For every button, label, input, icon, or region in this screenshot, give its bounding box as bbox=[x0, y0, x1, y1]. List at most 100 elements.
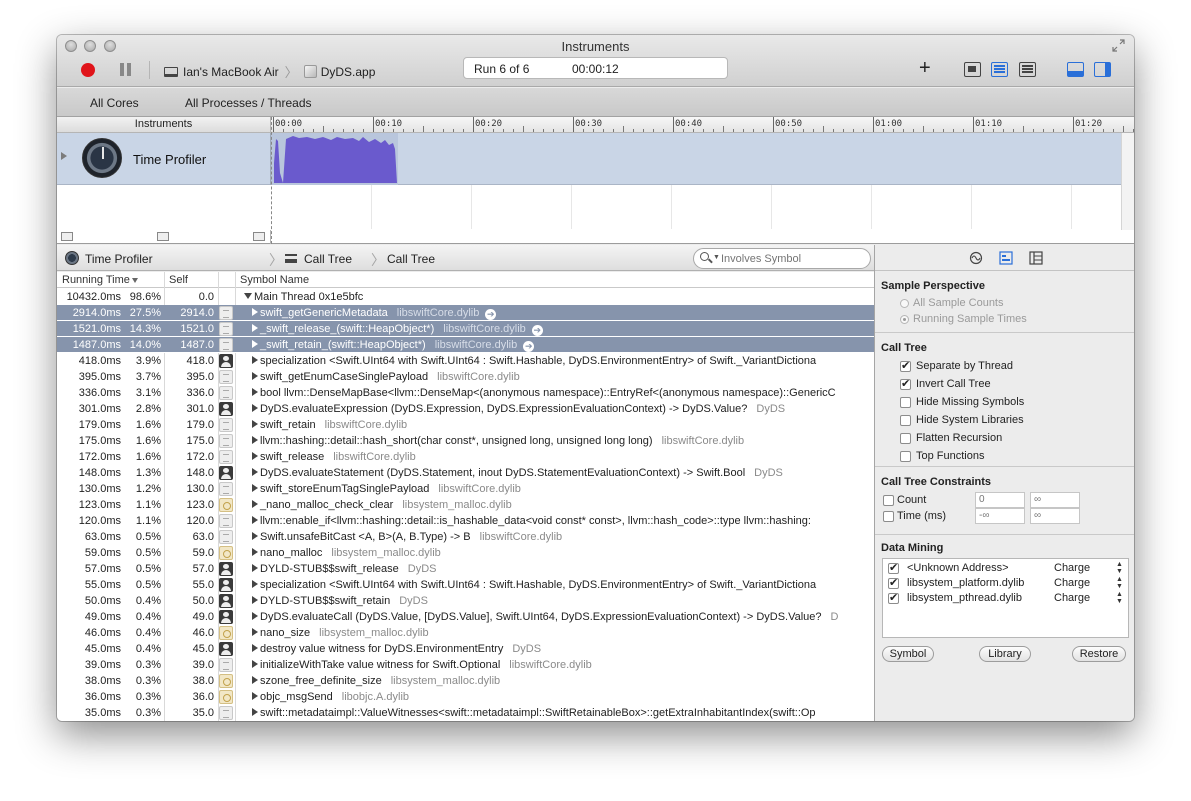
instrument-label-cell[interactable]: Time Profiler bbox=[57, 133, 271, 185]
count-constraint-checkbox[interactable] bbox=[883, 495, 894, 506]
fullscreen-icon[interactable] bbox=[1112, 39, 1125, 52]
column-symbol-name[interactable]: Symbol Name bbox=[240, 274, 309, 286]
count-max-field[interactable]: ∞ bbox=[1030, 492, 1080, 508]
disclosure-closed-icon[interactable] bbox=[252, 404, 258, 412]
table-row[interactable]: 38.0ms 0.3% 38.0 szone_free_definite_size li… bbox=[57, 673, 874, 689]
data-mining-action[interactable]: Charge bbox=[1054, 562, 1090, 574]
disclosure-closed-icon[interactable] bbox=[252, 452, 258, 460]
separate-by-thread-checkbox[interactable] bbox=[900, 359, 911, 372]
disclosure-closed-icon[interactable] bbox=[252, 516, 258, 524]
jump-bar-crumb-1[interactable]: Call Tree bbox=[304, 252, 352, 266]
dropdown-arrow-icon[interactable]: ▼ bbox=[713, 254, 720, 261]
table-row[interactable]: 10432.0ms 98.6% 0.0 Main Thread 0x1e5bfc bbox=[57, 289, 874, 305]
table-row[interactable]: 35.0ms 0.3% 35.0 swift::metadataimpl::Value… bbox=[57, 705, 874, 721]
record-settings-tab-icon[interactable] bbox=[969, 251, 983, 265]
disclosure-closed-icon[interactable] bbox=[252, 676, 258, 684]
disclosure-closed-icon[interactable] bbox=[252, 532, 258, 540]
strategy-instruments-icon[interactable] bbox=[991, 62, 1008, 77]
count-min-field[interactable]: 0 bbox=[975, 492, 1025, 508]
jump-bar-instrument[interactable]: Time Profiler bbox=[85, 252, 153, 266]
timeline-ruler[interactable]: 00:00 00:10 00:20 00:30 00:40 00:50 01:00 01:10… bbox=[271, 117, 1134, 133]
action-stepper-icon[interactable]: ▲ ▼ bbox=[1116, 576, 1123, 590]
pause-button[interactable] bbox=[120, 63, 131, 76]
table-row[interactable]: 175.0ms 1.6% 175.0 llvm::hashing::detail::h… bbox=[57, 433, 874, 449]
table-row[interactable]: 395.0ms 3.7% 395.0 swift_getEnumCaseSingleP… bbox=[57, 369, 874, 385]
disclosure-closed-icon[interactable] bbox=[252, 612, 258, 620]
table-row[interactable]: 63.0ms 0.5% 63.0 Swift.unsafeBitCast <A, B>… bbox=[57, 529, 874, 545]
table-row[interactable]: 45.0ms 0.4% 45.0 destroy value witness for … bbox=[57, 641, 874, 657]
go-to-source-icon[interactable]: ➔ bbox=[523, 341, 535, 352]
time-constraint-checkbox[interactable] bbox=[883, 511, 894, 522]
track-vertical-scrollbar[interactable] bbox=[1121, 133, 1134, 230]
column-running-time[interactable]: Running Time bbox=[62, 274, 138, 286]
disclosure-triangle-icon[interactable] bbox=[61, 152, 67, 160]
data-mining-row[interactable]: libsystem_platform.dylib Charge ▲▼ bbox=[883, 576, 1128, 591]
cores-filter[interactable]: All Cores bbox=[90, 96, 139, 110]
disclosure-closed-icon[interactable] bbox=[252, 356, 258, 364]
disclosure-closed-icon[interactable] bbox=[252, 340, 258, 348]
go-to-source-icon[interactable]: ➔ bbox=[485, 309, 497, 320]
table-row[interactable]: 123.0ms 1.1% 123.0 _nano_malloc_check_clear… bbox=[57, 497, 874, 513]
hide-missing-symbols-checkbox[interactable] bbox=[900, 397, 911, 408]
table-row[interactable]: 36.0ms 0.3% 36.0 objc_msgSend libobjc.A.dyli… bbox=[57, 689, 874, 705]
table-row[interactable]: 57.0ms 0.5% 57.0 DYLD-STUB$$swift_release Dy… bbox=[57, 561, 874, 577]
disclosure-closed-icon[interactable] bbox=[252, 420, 258, 428]
disclosure-closed-icon[interactable] bbox=[252, 436, 258, 444]
display-settings-tab-icon[interactable] bbox=[999, 251, 1013, 265]
table-row[interactable]: 301.0ms 2.8% 301.0 DyDS.evaluateExpression … bbox=[57, 401, 874, 417]
processes-filter[interactable]: All Processes / Threads bbox=[185, 96, 312, 110]
time-min-field[interactable]: -∞ bbox=[975, 508, 1025, 524]
disclosure-closed-icon[interactable] bbox=[252, 660, 258, 668]
table-row[interactable]: 1487.0ms 14.0% 1487.0 _swift_retain_(swift:… bbox=[57, 337, 874, 353]
table-row[interactable]: 49.0ms 0.4% 49.0 DyDS.evaluateCall (DyDS.Va… bbox=[57, 609, 874, 625]
table-row[interactable]: 46.0ms 0.4% 46.0 nano_size libsystem_malloc.… bbox=[57, 625, 874, 641]
cpu-usage-graph[interactable] bbox=[271, 133, 1121, 185]
data-mining-checkbox[interactable] bbox=[888, 591, 899, 604]
data-mining-checkbox[interactable] bbox=[888, 576, 899, 589]
zoom-out-icon[interactable] bbox=[61, 232, 73, 241]
table-row[interactable]: 336.0ms 3.1% 336.0 bool llvm::DenseMapBase<… bbox=[57, 385, 874, 401]
column-self[interactable]: Self bbox=[169, 274, 188, 286]
table-row[interactable]: 120.0ms 1.1% 120.0 llvm::enable_if<llvm::ha… bbox=[57, 513, 874, 529]
running-sample-times-radio[interactable] bbox=[900, 315, 909, 324]
table-row[interactable]: 130.0ms 1.2% 130.0 swift_storeEnumTagSingle… bbox=[57, 481, 874, 497]
flatten-recursion-checkbox[interactable] bbox=[900, 433, 911, 444]
library-button[interactable]: Library bbox=[979, 646, 1031, 662]
toggle-inspector-pane-icon[interactable] bbox=[1094, 62, 1111, 77]
disclosure-closed-icon[interactable] bbox=[252, 596, 258, 604]
data-mining-checkbox[interactable] bbox=[888, 561, 899, 574]
top-functions-checkbox[interactable] bbox=[900, 451, 911, 462]
zoom-in-icon[interactable] bbox=[253, 232, 265, 241]
jump-bar-crumb-2[interactable]: Call Tree bbox=[387, 252, 435, 266]
symbol-search-field[interactable]: ▼ bbox=[693, 248, 871, 269]
record-button[interactable] bbox=[81, 63, 95, 77]
symbol-button[interactable]: Symbol bbox=[882, 646, 934, 662]
disclosure-closed-icon[interactable] bbox=[252, 484, 258, 492]
disclosure-closed-icon[interactable] bbox=[252, 308, 258, 316]
data-mining-row[interactable]: <Unknown Address> Charge ▲▼ bbox=[883, 561, 1128, 576]
disclosure-closed-icon[interactable] bbox=[252, 628, 258, 636]
table-row[interactable]: 1521.0ms 14.3% 1521.0 _swift_release_(swift… bbox=[57, 321, 874, 337]
toggle-detail-pane-icon[interactable] bbox=[1067, 62, 1084, 77]
action-stepper-icon[interactable]: ▲ ▼ bbox=[1116, 561, 1123, 575]
disclosure-open-icon[interactable] bbox=[244, 293, 252, 299]
disclosure-closed-icon[interactable] bbox=[252, 644, 258, 652]
data-mining-action[interactable]: Charge bbox=[1054, 577, 1090, 589]
disclosure-closed-icon[interactable] bbox=[252, 324, 258, 332]
disclosure-closed-icon[interactable] bbox=[252, 388, 258, 396]
playhead-line[interactable] bbox=[271, 117, 272, 244]
table-row[interactable]: 179.0ms 1.6% 179.0 swift_retain libswiftCore… bbox=[57, 417, 874, 433]
all-sample-counts-radio[interactable] bbox=[900, 299, 909, 308]
data-mining-action[interactable]: Charge bbox=[1054, 592, 1090, 604]
symbol-search-input[interactable] bbox=[721, 251, 861, 266]
table-row[interactable]: 50.0ms 0.4% 50.0 DYLD-STUB$$swift_retain DyD… bbox=[57, 593, 874, 609]
disclosure-closed-icon[interactable] bbox=[252, 548, 258, 556]
target-selector[interactable]: Ian's MacBook Air 〉 DyDS.app bbox=[164, 62, 375, 81]
time-max-field[interactable]: ∞ bbox=[1030, 508, 1080, 524]
invert-call-tree-checkbox[interactable] bbox=[900, 377, 911, 390]
table-row[interactable]: 172.0ms 1.6% 172.0 swift_release libswiftCor… bbox=[57, 449, 874, 465]
strategy-threads-icon[interactable] bbox=[1019, 62, 1036, 77]
disclosure-closed-icon[interactable] bbox=[252, 372, 258, 380]
track-scale-icon[interactable] bbox=[157, 232, 169, 241]
strategy-cpu-icon[interactable] bbox=[964, 62, 981, 77]
